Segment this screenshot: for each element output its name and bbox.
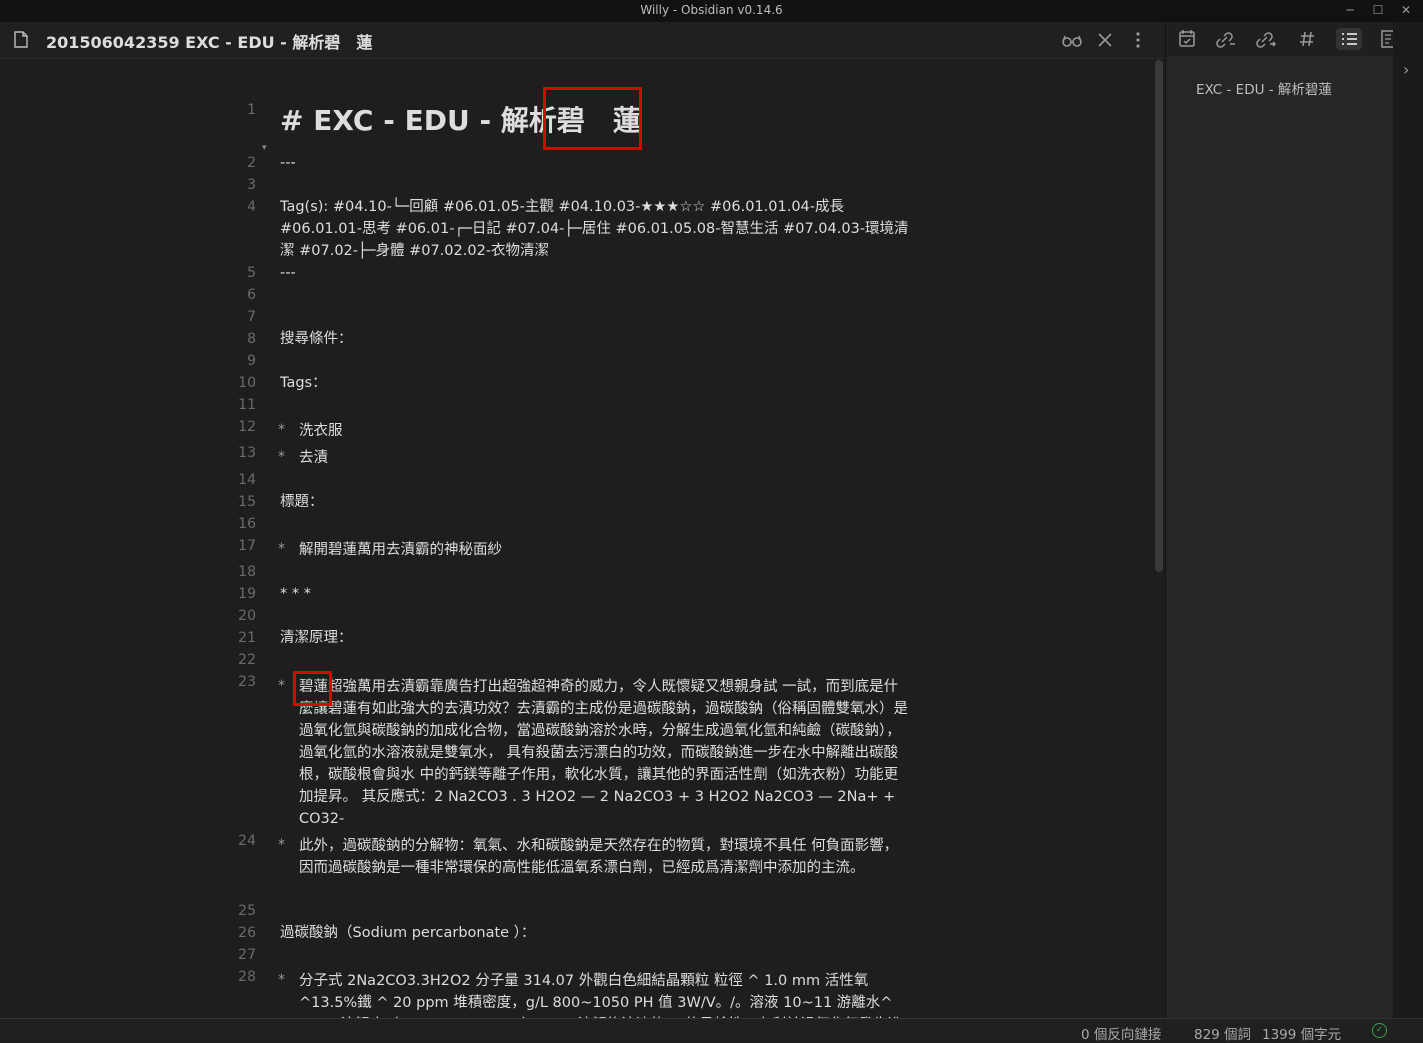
frontmatter-separator[interactable]: --- <box>280 152 920 174</box>
tags-icon[interactable] <box>1294 28 1320 50</box>
more-options-icon[interactable] <box>1127 30 1149 50</box>
line-number: 20 <box>238 608 256 624</box>
line-number: 5 <box>247 265 256 281</box>
line-number: 1 <box>247 102 256 118</box>
word-count: 829 個詞 <box>1194 1027 1252 1043</box>
bullet-marker: * <box>278 449 285 465</box>
line-number: 3 <box>247 177 256 193</box>
list-item[interactable]: 解開碧蓮萬用去漬霸的神秘面紗 <box>299 539 909 561</box>
line-number: 7 <box>247 309 256 325</box>
line-number: 13 <box>238 445 256 461</box>
text-line[interactable]: 清潔原理： <box>280 627 920 649</box>
bullet-marker: * <box>278 678 285 694</box>
line-number: 11 <box>238 397 256 413</box>
line-number: 26 <box>238 925 256 941</box>
bullet-marker: * <box>278 837 285 853</box>
window-title: Willy - Obsidian v0.14.6 <box>640 3 783 17</box>
frontmatter-separator[interactable]: --- <box>280 262 920 284</box>
line-number: 19 <box>238 586 256 602</box>
line-number: 18 <box>238 564 256 580</box>
list-item[interactable]: 此外，過碳酸鈉的分解物：氧氣、水和碳酸鈉是天然存在的物質，對環境不具任 何負面影… <box>299 835 909 879</box>
outline-icon[interactable] <box>1336 28 1362 50</box>
bullet-marker: * <box>278 541 285 557</box>
editor-pane: 201506042359 EXC - EDU - 解析碧 蓮 1 ▾ 2 3 4… <box>0 22 1165 1018</box>
horizontal-rule-line[interactable]: * * * <box>280 583 920 605</box>
reading-glasses-icon[interactable] <box>1061 30 1083 50</box>
close-icon[interactable] <box>1094 30 1116 50</box>
backlink-count[interactable]: 0 個反向鏈接 <box>1081 1023 1161 1043</box>
fold-chevron-icon[interactable]: ▾ <box>262 143 267 153</box>
status-bar: 0 個反向鏈接 829 個詞 1399 個字元 ✓ <box>0 1018 1423 1043</box>
line-number: 27 <box>238 947 256 963</box>
line-number: 15 <box>238 494 256 510</box>
minimize-button[interactable]: ─ <box>1340 3 1360 17</box>
maximize-button[interactable]: ☐ <box>1368 3 1388 17</box>
chevron-right-icon[interactable]: › <box>1403 60 1409 79</box>
sidebar-collapse-strip: › <box>1393 22 1423 1018</box>
backlinks-icon[interactable] <box>1214 28 1240 50</box>
line-number: 23 <box>238 674 256 690</box>
text-line[interactable]: 過碳酸鈉（Sodium percarbonate ）： <box>280 922 920 944</box>
editor-content[interactable]: 1 ▾ 2 3 4 5 6 7 8 9 10 11 12 13 14 15 16… <box>0 59 1165 1018</box>
sidebar-tab-bar <box>1166 22 1395 56</box>
line-number: 8 <box>247 331 256 347</box>
line-number: 2 <box>247 155 256 171</box>
list-item[interactable]: 洗衣服 <box>299 420 909 442</box>
line-number: 12 <box>238 419 256 435</box>
bullet-marker: * <box>278 972 285 988</box>
line-number: 6 <box>247 287 256 303</box>
line-number: 17 <box>238 538 256 554</box>
editor-scrollbar[interactable] <box>1155 60 1163 572</box>
text-line[interactable]: 標題： <box>280 491 920 513</box>
os-titlebar: Willy - Obsidian v0.14.6 ─ ☐ ✕ <box>0 0 1423 22</box>
right-sidebar: EXC - EDU - 解析碧蓮 <box>1165 22 1395 1018</box>
view-header: 201506042359 EXC - EDU - 解析碧 蓮 <box>0 22 1165 59</box>
close-window-button[interactable]: ✕ <box>1396 3 1416 17</box>
tags-line[interactable]: Tag(s): #04.10-└─回顧 #06.01.05-主觀 #04.10.… <box>280 196 920 262</box>
line-number: 4 <box>247 199 256 215</box>
highlight-box <box>293 671 332 706</box>
line-number: 14 <box>238 472 256 488</box>
highlight-box <box>543 87 642 150</box>
text-line[interactable]: Tags： <box>280 372 920 394</box>
line-number: 21 <box>238 630 256 646</box>
outline-item[interactable]: EXC - EDU - 解析碧蓮 <box>1196 78 1332 98</box>
calendar-icon[interactable] <box>1174 28 1200 50</box>
view-title[interactable]: 201506042359 EXC - EDU - 解析碧 蓮 <box>46 29 372 53</box>
text-line[interactable]: 搜尋條件： <box>280 328 920 350</box>
list-item[interactable]: 去漬 <box>299 447 909 469</box>
line-number: 9 <box>247 353 256 369</box>
outgoing-links-icon[interactable] <box>1254 28 1280 50</box>
bullet-marker: * <box>278 422 285 438</box>
file-icon <box>14 31 28 48</box>
line-number: 25 <box>238 903 256 919</box>
list-item[interactable]: 碧蓮超強萬用去漬霸靠廣告打出超強超神奇的威力，令人既懷疑又想親身試 一試，而到底… <box>299 676 909 830</box>
character-count: 1399 個字元 <box>1262 1027 1342 1043</box>
line-number: 22 <box>238 652 256 668</box>
line-number: 24 <box>238 833 256 849</box>
line-number: 16 <box>238 516 256 532</box>
sync-status-icon[interactable]: ✓ <box>1372 1023 1387 1038</box>
line-number: 10 <box>238 375 256 391</box>
line-number: 28 <box>238 969 256 985</box>
list-item[interactable]: 分子式 2Na2CO3.3H2O2 分子量 314.07 外觀白色細結晶顆粒 粒… <box>299 970 909 1018</box>
